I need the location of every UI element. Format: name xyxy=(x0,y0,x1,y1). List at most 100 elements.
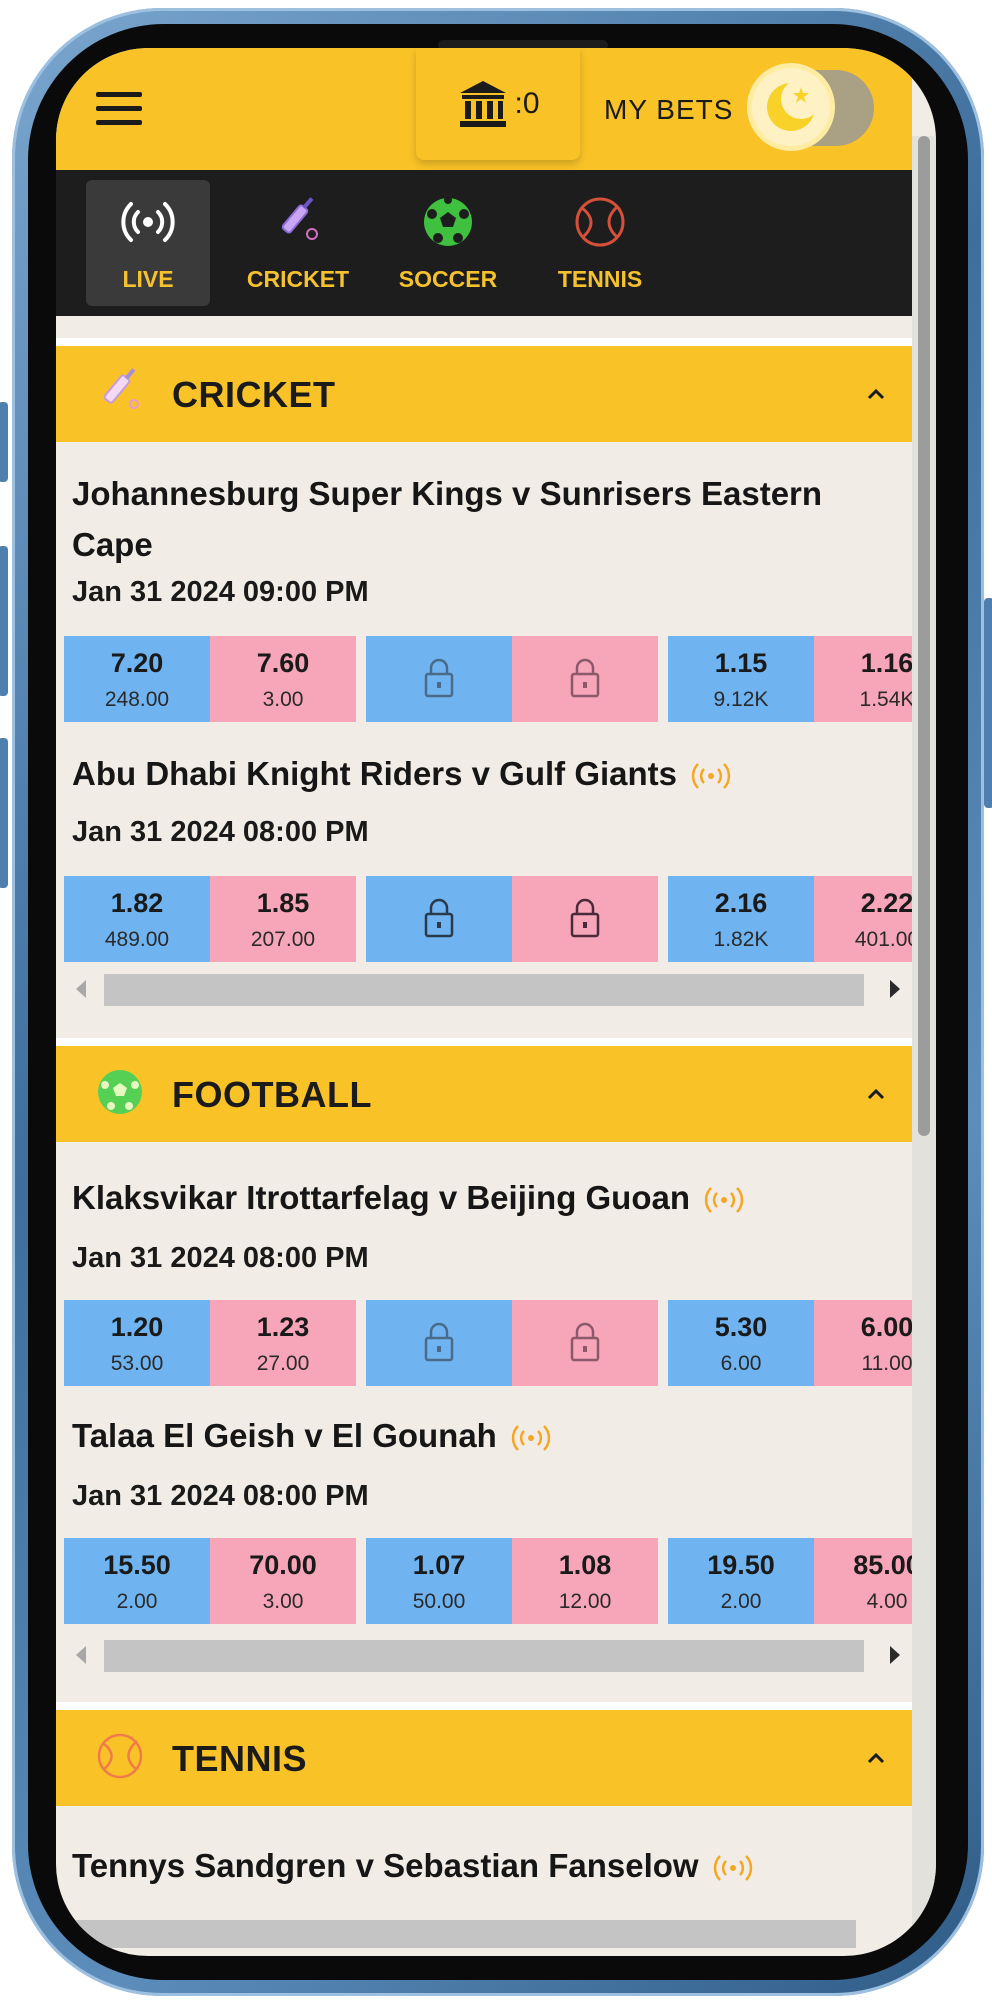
soccer-ball-icon xyxy=(98,1070,142,1114)
odds-volume: 9.12K xyxy=(713,688,769,711)
locked-odds-cell xyxy=(512,876,658,962)
match-title-row[interactable]: Talaa El Geish v El Gounah xyxy=(72,1410,892,1461)
tennis-section: TENNIS xyxy=(56,1702,912,1806)
back-odds-button[interactable]: 2.16 1.82K xyxy=(668,876,814,962)
live-indicator-icon xyxy=(713,1855,752,1882)
lay-odds-button[interactable]: 1.16 1.54K xyxy=(814,636,912,722)
odds-volume: 489.00 xyxy=(104,928,170,951)
lay-odds-button[interactable]: 85.00 4.00 xyxy=(814,1538,912,1624)
odds-price: 5.30 xyxy=(714,1312,768,1342)
theme-toggle[interactable] xyxy=(752,68,874,146)
back-odds-button[interactable]: 15.50 2.00 xyxy=(64,1538,210,1624)
lay-odds-button[interactable]: 1.08 12.00 xyxy=(512,1538,658,1624)
lock-icon xyxy=(570,658,600,698)
live-indicator-icon xyxy=(511,1425,551,1452)
odds-volume: 12.00 xyxy=(558,1590,612,1613)
match-title-row[interactable]: Tennys Sandgren v Sebastian Fanselow xyxy=(72,1840,892,1891)
odds-row: 1.82 489.00 1.85 207.00 2.16 1.82K 2.22 … xyxy=(64,876,912,962)
sport-tabs: LIVE CRICKET SOCCER TENNIS xyxy=(56,170,912,316)
scroll-right-arrow-icon[interactable] xyxy=(890,1646,900,1664)
scroll-left-arrow-icon[interactable] xyxy=(76,1646,86,1664)
match-title-row[interactable]: Klaksvikar Itrottarfelag v Beijing Guoan xyxy=(72,1172,892,1223)
odds-row: 15.50 2.00 70.00 3.00 1.07 50.00 1.08 12… xyxy=(64,1538,912,1624)
odds-price: 7.20 xyxy=(110,648,164,678)
odds-volume: 1.82K xyxy=(713,928,769,951)
scrollbar-thumb[interactable] xyxy=(104,974,864,1006)
back-odds-button[interactable]: 1.82 489.00 xyxy=(64,876,210,962)
match-title[interactable]: Klaksvikar Itrottarfelag v Beijing Guoan xyxy=(72,1179,690,1216)
lay-odds-button[interactable]: 7.60 3.00 xyxy=(210,636,356,722)
match-title[interactable]: Tennys Sandgren v Sebastian Fanselow xyxy=(72,1847,699,1884)
tab-label: CRICKET xyxy=(246,266,350,292)
lay-odds-button[interactable]: 70.00 3.00 xyxy=(210,1538,356,1624)
menu-icon[interactable] xyxy=(96,92,142,128)
lock-icon xyxy=(424,898,454,938)
top-header: :0 MY BETS xyxy=(56,48,912,170)
odds-volume: 11.00 xyxy=(861,1352,913,1375)
odds-price: 6.00 xyxy=(860,1312,912,1342)
lay-odds-button[interactable]: 6.00 11.00 xyxy=(814,1300,912,1386)
tab-live[interactable]: LIVE xyxy=(86,180,210,306)
cricket-bat-icon xyxy=(281,197,318,240)
horizontal-scrollbar[interactable] xyxy=(76,972,900,1008)
chevron-up-icon[interactable] xyxy=(864,1082,888,1106)
tab-cricket[interactable]: CRICKET xyxy=(236,180,360,306)
moon-icon xyxy=(752,68,830,146)
app-screen: :0 MY BETS LIVE CRICKET SOCCER TENNIS CR… xyxy=(56,48,936,1956)
scroll-right-arrow-icon[interactable] xyxy=(890,980,900,998)
back-odds-button[interactable]: 1.15 9.12K xyxy=(668,636,814,722)
balance-button[interactable]: :0 xyxy=(416,48,580,160)
match-time: Jan 31 2024 08:00 PM xyxy=(72,1480,369,1512)
cricket-section-header[interactable]: CRICKET xyxy=(56,338,912,442)
match-time: Jan 31 2024 08:00 PM xyxy=(72,1242,369,1274)
chevron-up-icon[interactable] xyxy=(864,382,888,406)
locked-odds-cell xyxy=(366,1300,512,1386)
vertical-scrollbar[interactable] xyxy=(912,136,936,1956)
tab-label: LIVE xyxy=(122,266,174,292)
lock-icon xyxy=(424,658,454,698)
match-time: Jan 31 2024 09:00 PM xyxy=(72,576,369,608)
bank-icon xyxy=(460,81,507,127)
match-time: Jan 31 2024 08:00 PM xyxy=(72,816,369,848)
football-section-header[interactable]: FOOTBALL xyxy=(56,1038,912,1142)
odds-price: 19.50 xyxy=(707,1550,775,1580)
football-section: FOOTBALL xyxy=(56,1038,912,1142)
back-odds-button[interactable]: 19.50 2.00 xyxy=(668,1538,814,1624)
lay-odds-button[interactable]: 1.23 27.00 xyxy=(210,1300,356,1386)
match-title[interactable]: Talaa El Geish v El Gounah xyxy=(72,1417,497,1454)
back-odds-button[interactable]: 7.20 248.00 xyxy=(64,636,210,722)
section-title: TENNIS xyxy=(172,1738,308,1779)
bottom-scrollbar-thumb[interactable] xyxy=(76,1920,856,1948)
tennis-section-header[interactable]: TENNIS xyxy=(56,1702,912,1806)
match-title-row[interactable]: Abu Dhabi Knight Riders v Gulf Giants xyxy=(72,748,892,799)
back-odds-button[interactable]: 1.07 50.00 xyxy=(366,1538,512,1624)
back-odds-button[interactable]: 1.20 53.00 xyxy=(64,1300,210,1386)
odds-row: 7.20 248.00 7.60 3.00 1.15 9.12K 1.16 1.… xyxy=(64,636,912,722)
tab-tennis[interactable]: TENNIS xyxy=(538,180,662,306)
match-title[interactable]: Johannesburg Super Kings v Sunrisers Eas… xyxy=(72,468,892,570)
back-odds-button[interactable]: 5.30 6.00 xyxy=(668,1300,814,1386)
odds-price: 2.16 xyxy=(714,888,768,918)
soccer-ball-icon xyxy=(424,196,472,246)
tab-soccer[interactable]: SOCCER xyxy=(386,180,510,306)
horizontal-scrollbar[interactable] xyxy=(76,1638,900,1674)
power-button xyxy=(984,598,992,808)
scroll-left-arrow-icon[interactable] xyxy=(76,980,86,998)
odds-volume: 4.00 xyxy=(866,1590,908,1613)
chevron-up-icon[interactable] xyxy=(864,1746,888,1770)
lay-odds-button[interactable]: 2.22 401.00 xyxy=(814,876,912,962)
vertical-scrollbar-thumb[interactable] xyxy=(918,136,930,1136)
odds-price: 1.82 xyxy=(110,888,164,918)
lock-icon xyxy=(570,898,600,938)
odds-volume: 401.00 xyxy=(854,928,912,951)
section-title: CRICKET xyxy=(172,374,336,415)
section-title: FOOTBALL xyxy=(172,1074,372,1115)
lay-odds-button[interactable]: 1.85 207.00 xyxy=(210,876,356,962)
locked-odds-cell xyxy=(366,636,512,722)
odds-volume: 207.00 xyxy=(250,928,316,951)
odds-price: 1.15 xyxy=(714,648,768,678)
my-bets-link[interactable]: MY BETS xyxy=(604,94,733,126)
scrollbar-thumb[interactable] xyxy=(104,1640,864,1672)
match-title[interactable]: Abu Dhabi Knight Riders v Gulf Giants xyxy=(72,755,677,792)
lock-icon xyxy=(424,1322,454,1362)
